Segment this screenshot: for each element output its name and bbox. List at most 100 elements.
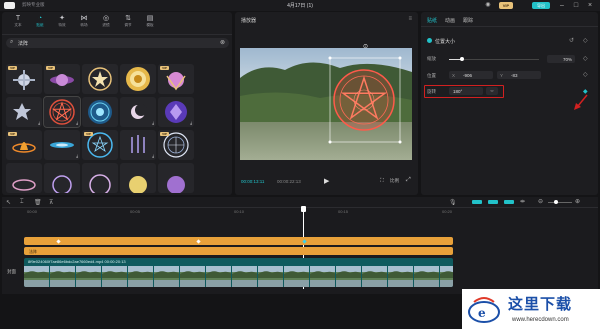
keyframe-marker[interactable] [56, 238, 61, 244]
sticker-thumb[interactable] [44, 163, 80, 193]
position-y-value[interactable]: -83 [511, 73, 518, 78]
tab-text[interactable]: T 文本 [8, 14, 28, 30]
position-y-field[interactable]: Y -83 [497, 71, 541, 79]
keyframe-marker[interactable] [196, 238, 201, 244]
red-pentagram-icon [49, 99, 75, 125]
tab-tracking[interactable]: 跟踪 [463, 17, 473, 24]
disc-icon [50, 142, 74, 148]
play-icon[interactable]: ▶ [324, 177, 329, 185]
sticker-thumb[interactable]: VIP [44, 64, 80, 94]
fullscreen-crop-icon[interactable]: ⛶ [380, 178, 384, 185]
main-track-magnet-toggle[interactable] [472, 200, 482, 204]
zoom-out-icon[interactable]: ⊖ [538, 198, 543, 205]
scale-input[interactable]: 70% [547, 55, 575, 63]
linkage-toggle[interactable] [504, 200, 514, 204]
video-clip[interactable]: 8f9e024060f7ae86e6bdc2ae7660ed4.mp4 00:0… [24, 258, 453, 287]
download-icon[interactable]: ⤓ [76, 153, 78, 158]
tab-effects[interactable]: ✦ 特效 [52, 14, 72, 30]
video-preview[interactable] [240, 48, 412, 160]
sticker-thumb[interactable] [120, 163, 156, 193]
sticker-thumb[interactable]: ⤓ [120, 130, 156, 160]
pink-ring-icon [12, 179, 36, 191]
keyframe-icon[interactable]: ◇ [583, 55, 588, 62]
preview-axis-icon[interactable]: ⇹ [520, 198, 525, 205]
tab-transition[interactable]: ⋈ 转场 [74, 14, 94, 30]
zoom-slider-thumb[interactable] [554, 200, 558, 204]
tab-adjust[interactable]: ⇅ 调节 [118, 14, 138, 30]
sticker-thumb[interactable] [82, 163, 118, 193]
download-icon[interactable]: ⤓ [152, 153, 154, 158]
properties-panel: 贴纸 动画 跟踪 位置大小 ↺ ◇ 缩放 70% ◇ 位置 X -906 Y -… [421, 12, 598, 195]
section-toggle[interactable] [427, 38, 432, 43]
rotate-mode-dropdown[interactable]: ⇔ [486, 87, 498, 95]
keyframe-icon[interactable]: ◇ [583, 71, 588, 78]
clear-icon[interactable]: ⊗ [220, 39, 225, 46]
scale-slider-thumb[interactable] [460, 57, 464, 61]
search-input[interactable]: 法阵 [18, 40, 28, 47]
sticker-clip[interactable] [24, 237, 453, 245]
sticker-thumb[interactable] [158, 163, 194, 193]
download-icon[interactable]: ⤓ [76, 120, 78, 125]
sticker-thumb[interactable]: ⤓ [44, 130, 80, 160]
position-x-value[interactable]: -906 [463, 73, 472, 78]
search-icon: ⌕ [10, 39, 14, 45]
freeze-icon[interactable]: ⊼ [49, 199, 53, 206]
reset-icon[interactable]: ↺ [569, 37, 574, 44]
rotate-handle-icon[interactable]: ⊙ [363, 43, 368, 50]
lavender-ring-icon [89, 174, 111, 193]
sticker-thumb[interactable]: VIP [158, 64, 194, 94]
x-prefix: X [452, 72, 456, 78]
ratio-button[interactable]: 比例 [390, 178, 399, 184]
export-button[interactable]: 导出 [532, 2, 550, 9]
cover-button[interactable]: 封面 [7, 269, 16, 275]
sticker-track[interactable]: 法阵 [24, 247, 453, 255]
cursor-tool-icon[interactable]: ↖ [6, 199, 11, 206]
split-icon[interactable]: ⌶ [20, 199, 24, 206]
watermark-logo: e [468, 297, 500, 323]
sticker-thumb-selected[interactable]: ⤓ [43, 96, 81, 128]
auto-snap-toggle[interactable] [488, 200, 498, 204]
minimize-icon[interactable]: – [556, 1, 568, 10]
delete-icon[interactable]: 🗑 [34, 199, 42, 206]
ruler-tick: 00:05 [130, 209, 141, 214]
expand-icon[interactable]: ⤢ [406, 177, 411, 184]
sticker-thumb[interactable] [82, 97, 118, 127]
download-icon[interactable]: ⤓ [190, 120, 192, 125]
keyframe-icon[interactable]: ◇ [583, 37, 588, 44]
ruler-tick: 00:20 [442, 209, 453, 214]
rotate-input[interactable]: 180° [449, 87, 483, 95]
zoom-slider-track[interactable] [548, 202, 572, 203]
maximize-icon[interactable]: □ [570, 1, 582, 10]
download-icon[interactable]: ⤓ [152, 120, 154, 125]
search-box[interactable]: ⌕ 法阵 ⊗ [6, 38, 229, 48]
close-icon[interactable]: × [584, 1, 596, 10]
sticker-thumb[interactable]: VIP [6, 64, 42, 94]
sticker-icon: ◔ [37, 15, 43, 22]
sticker-thumb[interactable]: ⤓ [120, 97, 156, 127]
silver-star-icon [13, 103, 31, 120]
moon-icon [131, 104, 147, 119]
tab-animation[interactable]: 动画 [445, 17, 455, 24]
sticker-thumb[interactable] [120, 64, 156, 94]
vip-button[interactable]: VIP [499, 2, 513, 9]
tab-sticker[interactable]: ◔ 贴纸 [30, 14, 50, 30]
mic-icon[interactable]: 🎙 [449, 199, 457, 206]
total-time: 00:00:22:13 [277, 179, 301, 184]
position-x-field[interactable]: X -906 [449, 71, 493, 79]
tab-sticker-props[interactable]: 贴纸 [427, 17, 437, 24]
sticker-thumb[interactable]: ⤓ [158, 97, 194, 127]
sticker-thumb[interactable] [6, 163, 42, 193]
tab-template[interactable]: ▤ 模板 [140, 14, 160, 30]
user-icon[interactable]: ◉ [482, 2, 494, 9]
sticker-thumb[interactable]: VIP [6, 130, 42, 160]
sticker-thumb[interactable]: ⤓ [6, 97, 42, 127]
ruler-tick: 00:15 [338, 209, 349, 214]
sticker-thumb[interactable]: VIP [82, 130, 118, 160]
tab-filter[interactable]: ◎ 滤镜 [96, 14, 116, 30]
sticker-thumb[interactable]: VIP [158, 130, 194, 160]
menu-icon[interactable]: ≡ [408, 16, 412, 22]
sticker-thumb[interactable] [82, 64, 118, 94]
zoom-in-icon[interactable]: ⊕ [575, 198, 580, 205]
download-icon[interactable]: ⤓ [38, 120, 40, 125]
keyframe-marker-active[interactable] [302, 238, 307, 244]
